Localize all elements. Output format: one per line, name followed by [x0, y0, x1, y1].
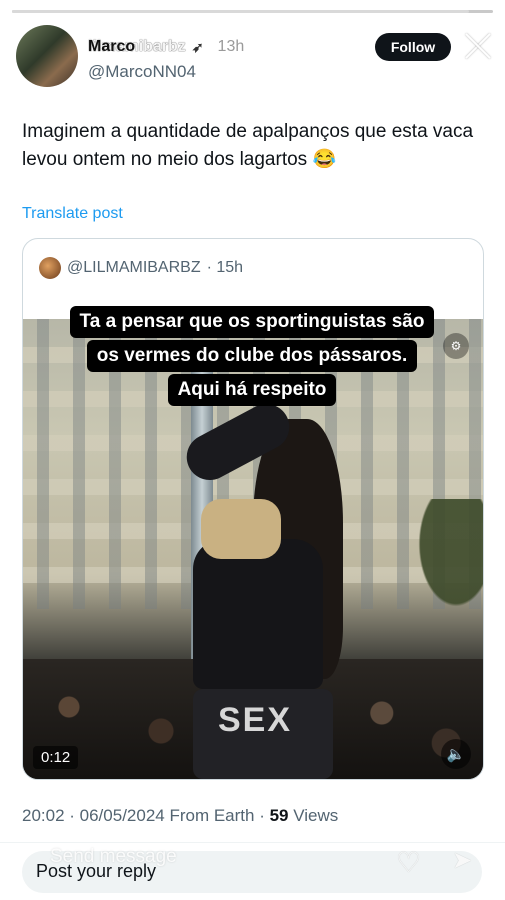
- story-progress-bar: [12, 10, 493, 13]
- heart-icon[interactable]: ♡: [396, 846, 421, 879]
- bird-icon: ➶: [191, 38, 204, 55]
- caption-line-3: Aqui há respeito: [167, 374, 337, 406]
- person-torso: [193, 539, 323, 689]
- person-sleeve: [201, 499, 281, 559]
- caption-line-1: Ta a pensar que os sportinguistas são: [69, 306, 435, 338]
- views-label: Views: [293, 806, 339, 825]
- video-duration: 0:12: [33, 746, 79, 769]
- user-handle[interactable]: @MarcoNN04: [88, 62, 196, 82]
- story-header: Marco lilmamibarbz ➶ 13h: [88, 38, 244, 56]
- send-message-input[interactable]: Send message: [50, 846, 177, 868]
- quoted-post-header: @LILMAMIBARBZ · 15h: [39, 257, 243, 279]
- close-icon[interactable]: [462, 30, 494, 62]
- post-timestamp: 20:02 · 06/05/2024 From Earth ·: [22, 806, 265, 825]
- tweet-text: Imaginem a quantidade de apalpanços que …: [22, 121, 474, 170]
- quoted-handle[interactable]: @LILMAMIBARBZ: [67, 259, 201, 277]
- display-name[interactable]: Marco: [88, 38, 135, 56]
- translate-post-link[interactable]: Translate post: [22, 205, 123, 223]
- mute-icon[interactable]: 🔈: [441, 739, 471, 769]
- story-time: 13h: [217, 38, 245, 55]
- views-count: 59: [269, 806, 289, 825]
- quoted-time: · 15h: [206, 259, 244, 276]
- send-icon[interactable]: ➤: [452, 846, 472, 875]
- divider: [0, 842, 505, 843]
- post-meta: 20:02 · 06/05/2024 From Earth · 59 Views: [22, 806, 338, 826]
- video-person: SEX: [173, 395, 343, 779]
- caption-line-2: os vermes do clube dos pássaros.: [86, 340, 418, 372]
- quoted-avatar[interactable]: [39, 257, 61, 279]
- video-palm-tree: [393, 499, 483, 649]
- shorts-print: SEX: [218, 701, 293, 739]
- story-progress-fill: [12, 10, 469, 13]
- follow-button[interactable]: Follow: [375, 33, 451, 61]
- avatar[interactable]: [16, 25, 78, 87]
